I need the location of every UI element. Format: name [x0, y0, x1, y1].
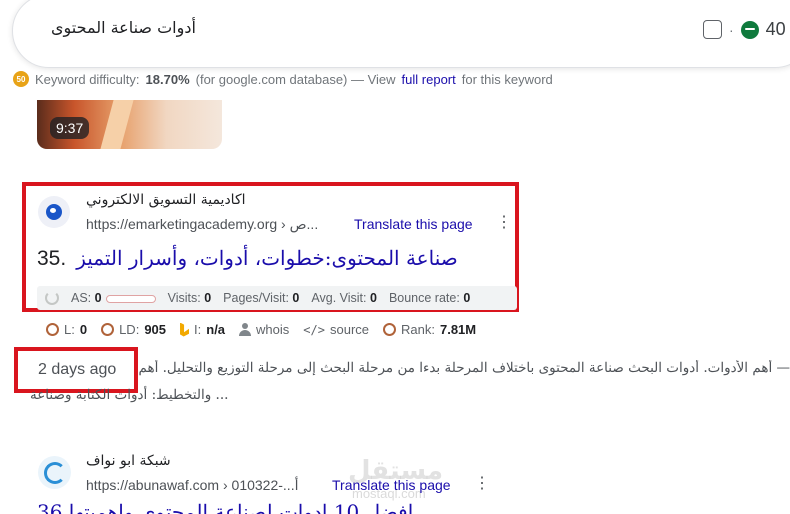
- more-options-icon[interactable]: ⋮: [496, 215, 512, 231]
- result-date: 2 days ago: [38, 361, 117, 378]
- user-icon: [239, 323, 252, 336]
- result-rank-number: 35.: [37, 247, 67, 270]
- result-snippet-line-2: والتخطيط: أدوات الكتابة وصناعة ...: [30, 387, 229, 403]
- separator-dot: ·: [729, 21, 734, 38]
- loading-icon: [45, 291, 59, 305]
- site-favicon[interactable]: [38, 196, 70, 228]
- bounce-rate-metric: Bounce rate: 0: [388, 291, 471, 305]
- full-report-link[interactable]: full report: [402, 72, 456, 87]
- code-icon: </>: [303, 322, 325, 337]
- pages-visit-metric: Pages/Visit: 0: [223, 291, 300, 305]
- site-url[interactable]: https://emarketingacademy.org › ص...: [86, 216, 318, 233]
- site-name-2[interactable]: شبكة ابو نواف: [86, 453, 171, 469]
- l-metric[interactable]: L: 0: [46, 322, 87, 337]
- site-name[interactable]: اكاديمية التسويق الالكتروني: [86, 192, 246, 208]
- bing-icon: [180, 322, 190, 337]
- checkbox[interactable]: [703, 20, 722, 39]
- globe-icon: [46, 204, 62, 220]
- authority-score-bar: [105, 294, 156, 303]
- kd-suffix: for this keyword: [461, 71, 553, 87]
- result-title-link[interactable]: 35. صناعة المحتوى:خطوات، أدوات، وأسرار ال…: [37, 246, 458, 271]
- site-favicon-2[interactable]: [38, 456, 71, 489]
- site-url-2[interactable]: https://abunawaf.com › أ...-010322: [86, 477, 298, 494]
- abunawaf-logo-icon: [43, 461, 66, 484]
- search-input[interactable]: أدوات صناعة المحتوى: [51, 18, 196, 37]
- ld-metric[interactable]: LD: 905: [101, 322, 166, 337]
- ring-icon: [383, 323, 397, 336]
- more-options-icon-2[interactable]: ⋮: [474, 476, 490, 492]
- video-thumbnail[interactable]: 9:37: [37, 100, 222, 149]
- seo-links-row: L: 0 LD: 905 I: n/a whois </> source Rank…: [46, 322, 476, 337]
- rank-metric[interactable]: Rank: 7.81M: [383, 322, 476, 337]
- seo-metrics-bar: AS: 0 Visits: 0 Pages/Visit: 0 Avg. Visi…: [37, 286, 517, 310]
- search-bar-tools: · 40: [703, 19, 786, 40]
- keyword-difficulty-row: 50 Keyword difficulty: 18.70% (for googl…: [13, 71, 553, 87]
- source-link[interactable]: </> source: [303, 322, 369, 337]
- result-title-text: صناعة المحتوى:خطوات، أدوات، وأسرار التمي…: [76, 246, 458, 270]
- kd-value: 18.70%: [145, 71, 190, 87]
- bing-index-metric[interactable]: I: n/a: [180, 322, 225, 337]
- result-count: 40: [765, 19, 786, 39]
- kd-label: Keyword difficulty:: [35, 71, 140, 87]
- result-snippet-line-1: — أهم الأدوات. أدوات البحث صناعة المحتوى…: [136, 360, 790, 376]
- search-bar[interactable]: أدوات صناعة المحتوى · 40: [12, 0, 790, 68]
- video-duration: 9:37: [50, 117, 90, 139]
- result-title-link-2[interactable]: أفضل 10 أدوات لصناعة المحتوى وأهميتها 36…: [37, 503, 557, 514]
- saudi-flag-icon: [740, 20, 759, 39]
- visits-metric: Visits: 0: [167, 291, 212, 305]
- ring-icon: [46, 323, 59, 336]
- as-metric: AS: 0: [71, 291, 156, 305]
- translate-link[interactable]: Translate this page: [354, 216, 473, 232]
- result-title-text-2: أفضل 10 أدوات لصناعة المحتوى وأهميتها 36…: [37, 503, 557, 514]
- translate-link-2[interactable]: Translate this page: [332, 477, 451, 493]
- kd-database-note: (for google.com database) — View: [195, 71, 396, 87]
- ring-icon: [101, 323, 115, 336]
- avg-visit-metric: Avg. Visit: 0: [311, 291, 377, 305]
- whois-link[interactable]: whois: [239, 322, 289, 337]
- seo-badge-icon: 50: [13, 71, 29, 87]
